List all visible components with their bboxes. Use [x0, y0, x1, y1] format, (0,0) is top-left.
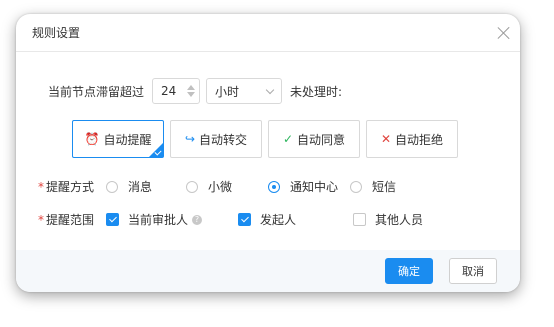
close-icon[interactable] [496, 25, 512, 41]
required-mark: * [38, 179, 44, 194]
checkbox-label: 当前审批人 [128, 213, 189, 227]
alarm-clock-icon: ⏰ [84, 132, 100, 146]
action-auto-remind[interactable]: ⏰ 自动提醒 [72, 120, 164, 158]
radio-label: 短信 [372, 180, 397, 194]
checkbox-initiator[interactable]: 发起人 [238, 211, 353, 228]
action-auto-reject[interactable]: ✕ 自动拒绝 [366, 120, 458, 158]
stepper-arrows[interactable] [187, 85, 196, 97]
chevron-down-icon [265, 85, 275, 94]
checkbox-current-approver[interactable]: 当前审批人 ? [106, 211, 238, 228]
close-circle-icon: ✕ [380, 132, 392, 146]
action-label: 自动同意 [297, 132, 346, 147]
checkbox-label: 发起人 [260, 213, 297, 227]
rule-settings-dialog: 规则设置 当前节点滞留超过 24 小时 未处理时: ⏰ 自动提醒 ↪ 自动转交 [16, 14, 520, 292]
remind-method-label: 提醒方式 [46, 180, 95, 194]
radio-button[interactable] [350, 180, 362, 193]
remind-scope-row: * 提醒范围 当前审批人 ? 发起人 其他人员 [38, 211, 423, 228]
ok-button[interactable]: 确定 [385, 258, 433, 284]
cancel-button[interactable]: 取消 [449, 258, 497, 284]
checkbox-other-people[interactable]: 其他人员 [353, 211, 423, 228]
hours-stepper[interactable]: 24 [152, 78, 201, 104]
radio-option-notification-center[interactable]: 通知中心 [268, 178, 350, 195]
radio-button-selected[interactable] [268, 180, 280, 193]
radio-button[interactable] [106, 180, 118, 193]
action-label: 自动拒绝 [395, 132, 444, 147]
increment-icon[interactable] [187, 85, 196, 90]
hours-value: 24 [161, 84, 177, 98]
action-options: ⏰ 自动提醒 ↪ 自动转交 ✓ 自动同意 ✕ 自动拒绝 [72, 120, 458, 158]
radio-option-message[interactable]: 消息 [106, 178, 186, 195]
remind-method-row: * 提醒方式 消息 小微 通知中心 短信 [38, 178, 396, 195]
dialog-footer: 确定 取消 [16, 250, 520, 292]
radio-label: 通知中心 [290, 180, 339, 194]
radio-option-xiaowei[interactable]: 小微 [186, 178, 268, 195]
decrement-icon[interactable] [187, 92, 196, 97]
timeout-suffix: 未处理时: [290, 84, 343, 99]
checkbox-label: 其他人员 [375, 213, 424, 227]
dialog-header: 规则设置 [16, 14, 520, 52]
checkbox-checked[interactable] [238, 213, 251, 226]
action-label: 自动提醒 [103, 132, 152, 147]
timeout-row: 当前节点滞留超过 24 小时 未处理时: [48, 78, 342, 104]
dialog-title: 规则设置 [32, 26, 81, 40]
action-label: 自动转交 [199, 132, 248, 147]
radio-button[interactable] [186, 180, 198, 193]
remind-scope-label: 提醒范围 [46, 213, 95, 227]
unit-select[interactable]: 小时 [206, 78, 283, 104]
required-mark: * [38, 212, 44, 227]
help-icon[interactable]: ? [192, 214, 203, 225]
check-circle-icon: ✓ [282, 132, 294, 146]
radio-option-sms[interactable]: 短信 [350, 178, 396, 195]
checkbox-checked[interactable] [106, 213, 119, 226]
checkbox-unchecked[interactable] [353, 213, 366, 226]
forward-icon: ↪ [184, 132, 196, 146]
timeout-label: 当前节点滞留超过 [48, 84, 145, 99]
action-auto-approve[interactable]: ✓ 自动同意 [268, 120, 360, 158]
unit-value: 小时 [215, 84, 240, 99]
radio-label: 小微 [208, 180, 233, 194]
action-auto-transfer[interactable]: ↪ 自动转交 [170, 120, 262, 158]
radio-label: 消息 [128, 180, 153, 194]
